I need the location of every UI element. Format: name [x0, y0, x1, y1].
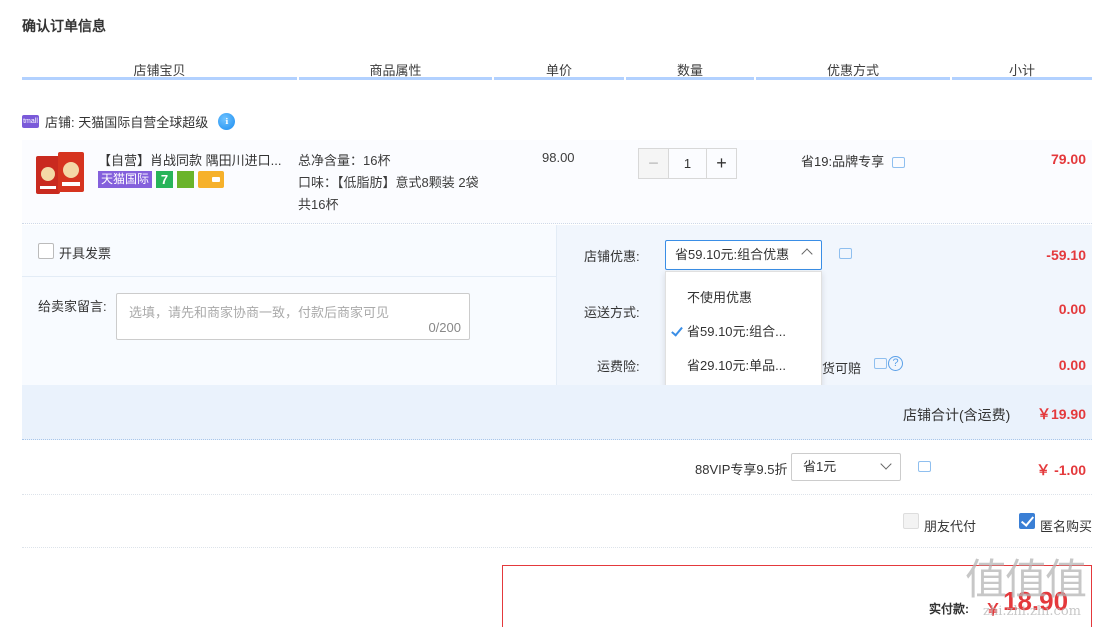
- anonymous-checkbox[interactable]: [1019, 513, 1035, 529]
- col-header-item: 店铺宝贝: [22, 60, 297, 80]
- friend-pay-checkbox[interactable]: [903, 513, 919, 529]
- attr-total: 共16杯: [298, 197, 339, 212]
- seven-day-return-icon: 7: [156, 171, 174, 188]
- vip-label: 88VIP专享9.5折: [695, 462, 788, 477]
- vip-amount: ￥ -1.00: [1036, 462, 1086, 478]
- message-label: 给卖家留言:: [38, 299, 107, 314]
- shop-icon: tmall: [22, 115, 39, 128]
- vip-discount-row: [22, 441, 1092, 495]
- col-header-subtotal: 小计: [952, 60, 1092, 80]
- credit-card-icon: [198, 171, 225, 188]
- chat-icon[interactable]: [918, 461, 931, 472]
- anonymous-label: 匿名购买: [1040, 519, 1093, 534]
- item-promotion: 省19:品牌专享: [801, 154, 885, 169]
- dropdown-option-combo[interactable]: 省59.10元:组合...: [666, 315, 821, 349]
- col-header-discount: 优惠方式: [756, 60, 950, 80]
- chevron-up-icon: [801, 248, 813, 260]
- chevron-down-icon: [880, 458, 892, 470]
- product-thumbnail[interactable]: [36, 150, 86, 198]
- shop-total-label: 店铺合计(含运费): [903, 407, 1011, 423]
- col-header-attributes: 商品属性: [299, 60, 492, 80]
- qty-plus-button[interactable]: +: [706, 148, 737, 179]
- wangwang-chat-icon[interactable]: ℹ: [218, 113, 236, 130]
- col-header-unit-price: 单价: [494, 60, 624, 80]
- payment-label: 实付款:: [929, 602, 969, 616]
- item-subtotal: 79.00: [1050, 151, 1086, 167]
- chat-icon[interactable]: [892, 157, 905, 168]
- invoice-label: 开具发票: [59, 246, 112, 261]
- shop-total-amount: ￥19.90: [1036, 406, 1086, 422]
- store-discount-selected: 省59.10元:组合优惠: [675, 247, 790, 262]
- message-char-count: 0/200: [428, 320, 461, 335]
- attr-flavor: 口味：【低脂肪】意式8颗装 2袋: [298, 175, 479, 190]
- shipping-label: 运送方式:: [584, 305, 640, 320]
- qty-minus-button[interactable]: −: [638, 148, 669, 179]
- seller-message-input[interactable]: 选填，请先和商家协商一致，付款后商家可见 0/200: [116, 293, 470, 340]
- store-discount-label: 店铺优惠:: [584, 249, 640, 264]
- product-attributes: 总净含量：16杯 口味：【低脂肪】意式8颗装 2袋 共16杯: [298, 150, 479, 216]
- dropdown-option-single[interactable]: 省29.10元:单品...: [666, 349, 821, 383]
- product-title[interactable]: 【自营】肖战同款 隅田川进口...: [98, 150, 281, 169]
- tmall-global-badge: 天猫国际: [98, 171, 153, 188]
- help-icon[interactable]: ?: [888, 356, 903, 371]
- watermark-logo: 值值值: [965, 555, 1087, 604]
- watermark-url: zhi.zhi.zhi.com: [983, 604, 1081, 619]
- page-title: 确认订单信息: [22, 18, 106, 34]
- guarantee-icon: [177, 171, 195, 188]
- attr-net-content: 总净含量：16杯: [298, 153, 391, 168]
- shop-line: tmall 店铺: 天猫国际自营全球超级 ℹ: [22, 112, 236, 131]
- store-discount-dropdown: 不使用优惠 省59.10元:组合... 省29.10元:单品...: [665, 271, 822, 392]
- unit-price: 98.00: [542, 150, 575, 165]
- chat-icon[interactable]: [839, 248, 852, 259]
- friend-pay-label: 朋友代付: [924, 519, 977, 534]
- quantity-stepper: − 1 +: [638, 148, 737, 179]
- col-header-quantity: 数量: [626, 60, 754, 80]
- product-badges: 天猫国际 7: [98, 171, 225, 188]
- shipping-amount: 0.00: [1058, 301, 1086, 317]
- chat-icon[interactable]: [874, 358, 887, 369]
- invoice-checkbox[interactable]: [38, 243, 54, 259]
- store-discount-amount: -59.10: [1046, 247, 1086, 263]
- vip-discount-select[interactable]: 省1元: [791, 453, 901, 481]
- insurance-amount: 0.00: [1058, 357, 1086, 373]
- qty-input[interactable]: 1: [669, 148, 706, 179]
- store-discount-select[interactable]: 省59.10元:组合优惠: [665, 240, 822, 270]
- insurance-text: 货可赔: [822, 361, 862, 376]
- check-icon: [671, 324, 683, 337]
- shop-name[interactable]: 店铺: 天猫国际自营全球超级: [45, 112, 208, 131]
- insurance-label: 运费险:: [597, 359, 640, 374]
- dropdown-option-none[interactable]: 不使用优惠: [666, 281, 821, 315]
- message-placeholder: 选填，请先和商家协商一致，付款后商家可见: [129, 305, 390, 320]
- vip-selected: 省1元: [803, 459, 837, 474]
